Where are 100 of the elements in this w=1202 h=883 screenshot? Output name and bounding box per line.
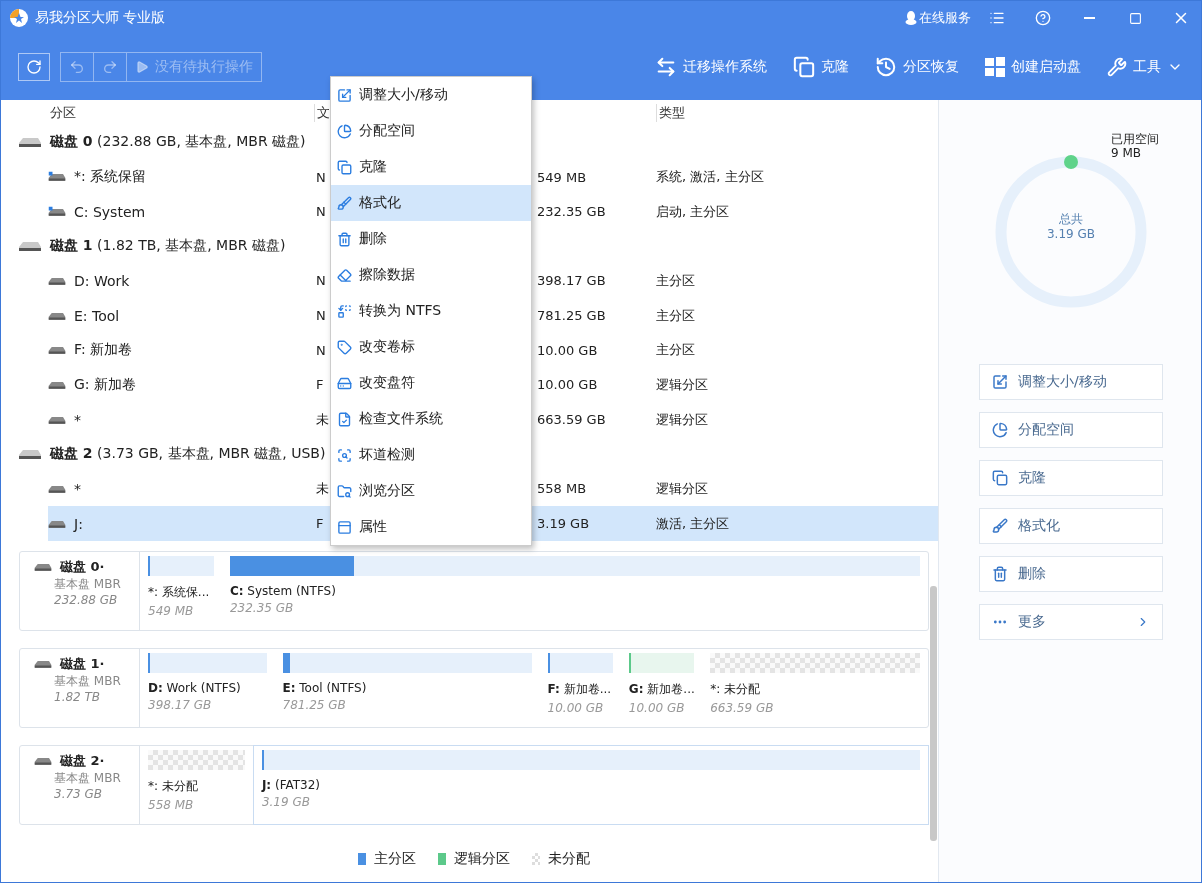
partition-size: 663.59 GB — [710, 700, 775, 715]
table-cell: 主分区 — [656, 306, 695, 325]
used-space-label: 已用空间 — [1111, 132, 1159, 146]
total-label: 总共 — [1059, 212, 1083, 227]
partition-size: 558 MB — [148, 797, 195, 812]
partition-bar[interactable] — [547, 652, 613, 673]
menu-item[interactable]: 调整大小/移动 — [331, 77, 531, 113]
refresh-button[interactable] — [18, 53, 50, 81]
action-button[interactable]: 分配空间 — [979, 412, 1163, 448]
partition-name: G: 新加卷 — [74, 375, 136, 394]
trash-icon — [337, 231, 352, 247]
table-cell: 663.59 GB — [537, 412, 606, 428]
table-cell: 781.25 GB — [537, 308, 606, 324]
partition-label: *: 系统保... — [148, 583, 211, 601]
table-cell: 10.00 GB — [537, 377, 598, 393]
disk-style: 基本盘 MBR — [53, 769, 122, 787]
legend-label: 主分区 — [373, 849, 416, 868]
table-cell: 558 MB — [537, 481, 587, 497]
column-header[interactable]: 分区 — [18, 103, 76, 122]
partition-bar[interactable] — [229, 555, 920, 576]
table-cell: 10.00 GB — [537, 342, 598, 358]
menu-item[interactable]: 格式化 — [331, 185, 531, 221]
partition-drive-icon — [48, 204, 66, 219]
menu-item[interactable]: 改变卷标 — [331, 329, 531, 365]
table-cell: 549 MB — [537, 169, 587, 185]
menu-item[interactable]: 浏览分区 — [331, 473, 531, 509]
action-button[interactable]: 格式化 — [979, 508, 1163, 544]
online-service-link[interactable]: 在线服务 — [905, 9, 971, 27]
menu-item[interactable]: 擦除数据 — [331, 257, 531, 293]
partition-size: 781.25 GB — [282, 697, 347, 712]
column-header[interactable]: 类型 — [656, 103, 685, 122]
table-cell: 主分区 — [656, 341, 695, 360]
windows-logo-icon — [985, 57, 1005, 77]
replace-icon — [337, 303, 352, 319]
table-cell: N — [316, 308, 326, 324]
partition-bar[interactable] — [282, 652, 532, 673]
wrench-icon — [1107, 57, 1127, 77]
partition-size: 3.19 GB — [261, 794, 311, 809]
partition-label: D: Work (NTFS) — [148, 680, 242, 695]
action-button[interactable]: 删除 — [979, 556, 1163, 592]
menu-item[interactable]: 转换为 NTFS — [331, 293, 531, 329]
action-button[interactable]: 更多 — [979, 604, 1163, 640]
menu-item[interactable]: 检查文件系统 — [331, 401, 531, 437]
disk-name: 磁盘 2· — [60, 751, 105, 770]
menu-item[interactable]: 分配空间 — [331, 113, 531, 149]
partition-label: F: 新加卷... — [547, 680, 613, 698]
toolbar-button[interactable]: 创建启动盘 — [977, 50, 1089, 84]
toolbar-button[interactable]: 迁移操作系统 — [647, 50, 775, 84]
menu-item[interactable]: 改变盘符 — [331, 365, 531, 401]
table-cell: 3.19 GB — [537, 516, 590, 532]
disk-size: 232.88 GB — [53, 592, 119, 607]
menu-item[interactable]: 删除 — [331, 221, 531, 257]
partition-name: * — [74, 480, 81, 497]
table-cell: 主分区 — [656, 272, 695, 290]
undo-icon — [69, 59, 85, 75]
table-cell: F — [316, 516, 324, 532]
tag-icon — [337, 339, 352, 355]
folder-search-icon — [337, 483, 352, 499]
scrollbar-thumb[interactable] — [930, 586, 937, 841]
action-button[interactable]: 克隆 — [979, 460, 1163, 496]
redo-icon — [102, 59, 118, 75]
table-cell: N — [316, 273, 326, 289]
table-cell: 逻辑分区 — [656, 410, 708, 429]
copy-icon — [992, 470, 1008, 486]
partition-bar[interactable] — [148, 555, 214, 576]
table-cell: 未 — [316, 479, 329, 498]
partition-size: 10.00 GB — [547, 700, 605, 715]
table-cell: 未 — [316, 410, 329, 429]
partition-bar[interactable] — [628, 652, 695, 673]
partition-label: C: System (NTFS) — [229, 583, 337, 598]
toolbar-button[interactable]: 工具 — [1099, 50, 1191, 84]
disk-size: 1.82 TB — [53, 689, 102, 704]
partition-drive-icon — [48, 170, 66, 184]
partition-label: E: Tool (NTFS) — [282, 680, 368, 695]
list-icon — [989, 10, 1005, 26]
used-space-value: 9 MB — [1111, 146, 1143, 160]
menu-item[interactable]: 克隆 — [331, 149, 531, 185]
table-cell: N — [316, 169, 326, 185]
partition-name: J: — [74, 515, 83, 532]
partition-name: * — [74, 411, 81, 428]
action-button[interactable]: 调整大小/移动 — [979, 364, 1163, 400]
partition-size: 10.00 GB — [628, 700, 686, 715]
disk-name: 磁盘 1· — [60, 654, 105, 673]
table-cell: 逻辑分区 — [656, 375, 708, 394]
partition-size: 549 MB — [148, 603, 195, 618]
table-cell: 398.17 GB — [537, 273, 606, 289]
brush-icon — [337, 195, 352, 211]
legend-label: 未分配 — [547, 849, 590, 868]
toolbar-button[interactable]: 分区恢复 — [867, 50, 967, 84]
partition-size: 232.35 GB — [229, 600, 295, 615]
partition-name: D: Work — [74, 273, 130, 289]
toolbar-button[interactable]: 克隆 — [785, 50, 857, 84]
disk-drive-icon — [18, 135, 42, 150]
menu-item[interactable]: 坏道检测 — [331, 437, 531, 473]
partition-name: E: Tool — [74, 307, 120, 324]
menu-item[interactable]: 属性 — [331, 509, 531, 545]
drive-icon — [337, 375, 352, 391]
app-logo-icon — [9, 8, 29, 28]
pie-chart-icon — [992, 422, 1008, 438]
disk-drive-icon — [18, 447, 42, 462]
